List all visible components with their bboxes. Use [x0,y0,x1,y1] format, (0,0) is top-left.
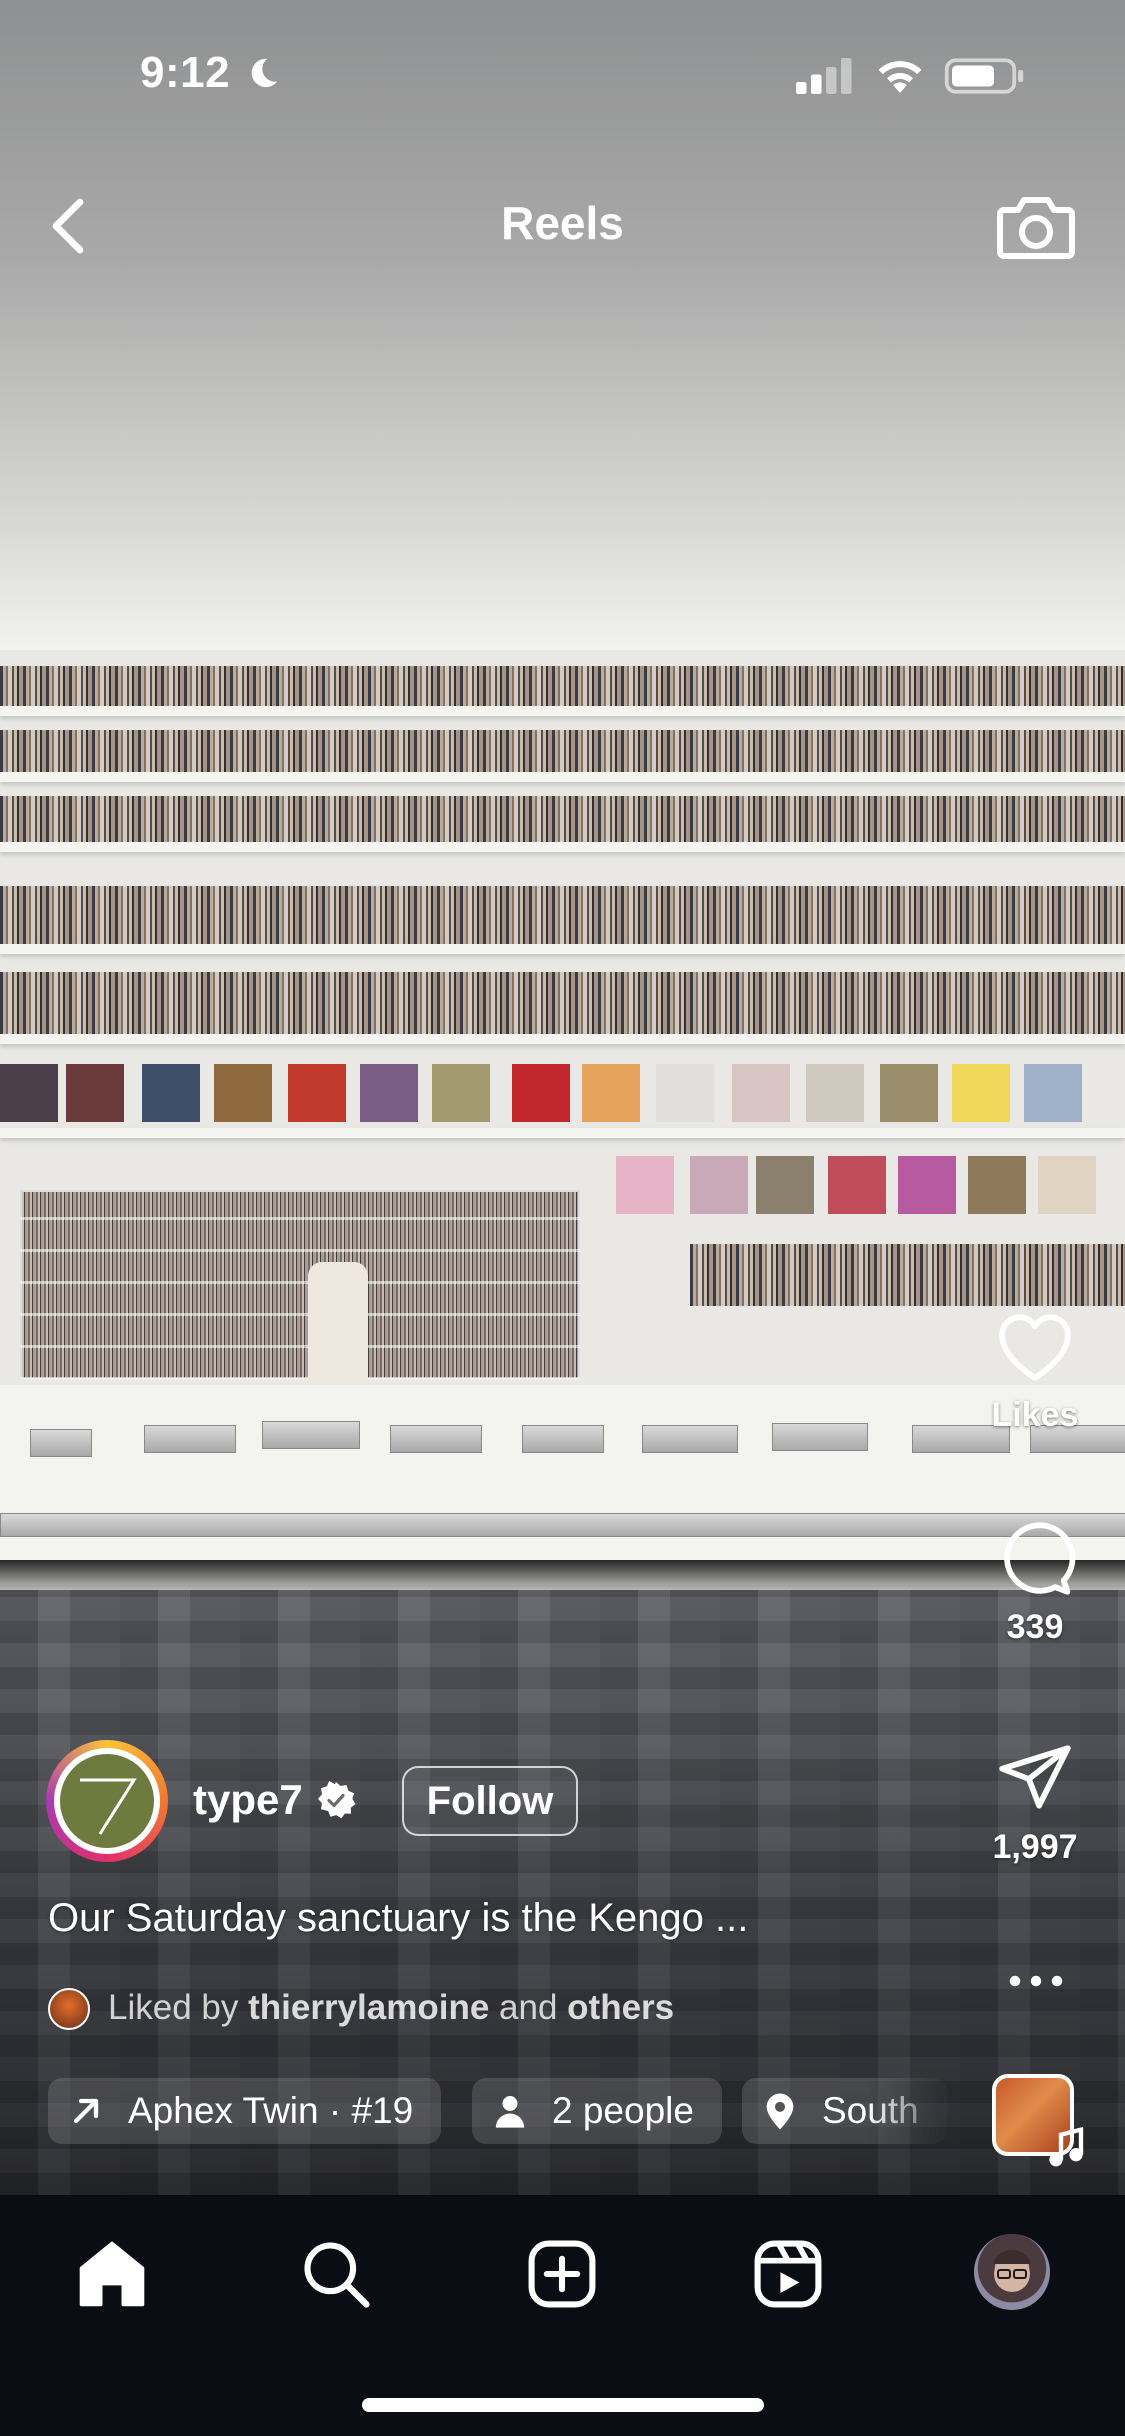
location-pin-icon [766,2093,794,2130]
record-shelf [0,796,1125,844]
shelf-board [0,842,1125,852]
status-bar: 9:12 [0,0,1125,150]
wifi-icon [878,61,922,93]
share-count: 1,997 [992,1828,1078,1866]
amplifier-counter [0,1385,1125,1585]
liked-by-user[interactable]: thierrylamoine [248,1988,489,2027]
reel-tags-row: Aphex Twin · #19 2 people South [48,2078,958,2144]
like-button[interactable]: Likes [985,1306,1085,1435]
tab-search[interactable] [298,2236,374,2312]
author-username[interactable]: type7 [193,1776,303,1824]
liked-by-text[interactable]: Liked by thierrylamoine and others [108,1988,674,2028]
shelf-board [0,706,1125,716]
verified-badge-icon [318,1781,356,1819]
liked-by-avatar [48,1988,90,2030]
record-shelf [0,730,1125,774]
follow-button[interactable]: Follow [402,1766,578,1836]
comment-icon [1004,1522,1076,1595]
location-chip-label: South [822,2090,919,2131]
people-chip-label: 2 people [552,2090,694,2131]
location-chip[interactable]: South [742,2078,947,2144]
create-icon [528,2240,596,2308]
page-title: Reels [501,197,624,249]
liked-by-others[interactable]: others [567,1988,674,2027]
send-icon [999,1745,1071,1809]
person-icon [495,2096,525,2128]
home-indicator [362,2398,764,2412]
people-chip[interactable]: 2 people [472,2078,722,2144]
signal-icon [796,58,852,94]
battery-icon [944,58,1024,94]
type7-logo [80,1778,137,1835]
likes-label: Likes [991,1396,1079,1434]
reel-video-frame[interactable] [0,0,1125,2195]
tab-reels[interactable] [750,2236,826,2312]
reels-icon [754,2240,822,2308]
tab-profile-avatar[interactable] [974,2234,1050,2310]
author-avatar[interactable] [60,1754,154,1848]
record-shelf [0,972,1125,1036]
comment-count: 339 [1006,1608,1064,1646]
share-button[interactable]: 1,997 [985,1738,1085,1867]
more-options-button[interactable] [1006,1966,1066,1996]
status-time: 9:12 [140,48,231,97]
reel-caption[interactable]: Our Saturday sanctuary is the Kengo ... [48,1896,748,1941]
record-shelf [0,886,1125,946]
arrow-up-right-icon [73,2098,99,2124]
music-note-icon [1049,2126,1084,2167]
audio-chip-label: Aphex Twin · #19 [128,2090,414,2131]
heart-icon [999,1314,1071,1381]
record-shelf [690,1244,1125,1306]
tab-create[interactable] [524,2236,600,2312]
tab-home[interactable] [74,2236,150,2312]
shelf-board [0,772,1125,782]
shelf-board [0,944,1125,954]
profile-avatar [994,2250,1030,2292]
comment-button[interactable]: 339 [985,1518,1085,1647]
camera-button[interactable] [996,190,1076,262]
home-icon [79,2241,145,2307]
record-shelf [0,666,1125,708]
shelf-board [0,1128,1125,1138]
audio-chip[interactable]: Aphex Twin · #19 [48,2078,442,2144]
moon-icon [251,58,278,88]
shelf-board [0,1034,1125,1044]
search-icon [304,2242,370,2308]
album-cover-row [0,1064,1125,1124]
